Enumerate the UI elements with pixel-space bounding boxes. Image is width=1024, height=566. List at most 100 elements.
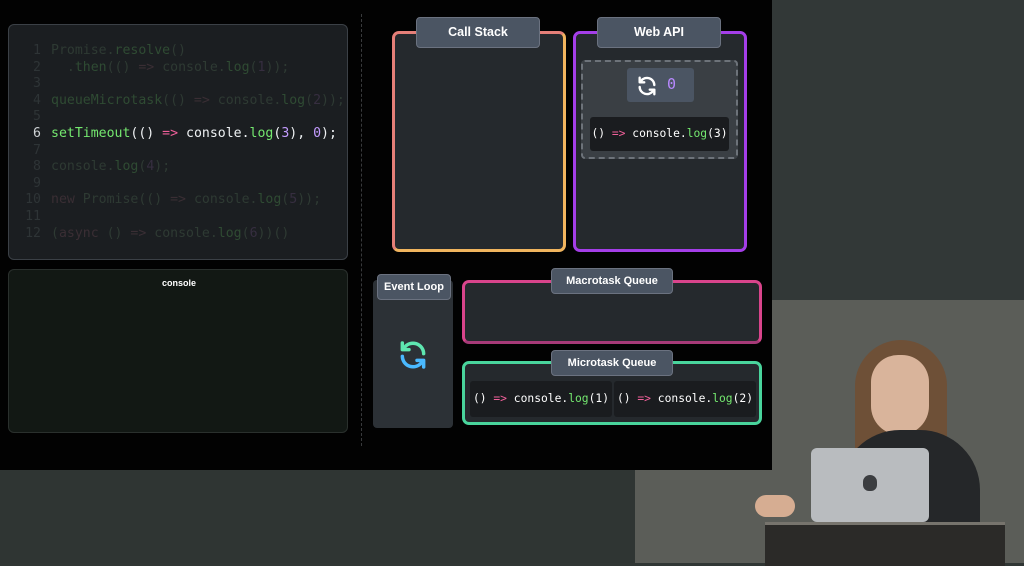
code-token: log [249, 126, 274, 141]
laptop [811, 448, 929, 522]
loop-arrows-icon [400, 341, 426, 369]
code-token: 0 [313, 126, 322, 141]
code-token: log [114, 159, 139, 175]
code-token: 2 [313, 92, 322, 108]
line-number: 9 [33, 175, 41, 191]
code-line: 3 [9, 75, 51, 92]
code-token: (() [162, 92, 194, 108]
code-token: console. [209, 92, 282, 108]
call-stack-label: Call Stack [416, 17, 540, 48]
code-token: => [138, 59, 155, 75]
podium [765, 522, 1005, 566]
code-line: 1 Promise.resolve() [9, 42, 186, 59]
code-token: console. [178, 126, 250, 141]
microtask-item: () => console.log(2) [614, 381, 756, 417]
refresh-icon [638, 76, 656, 96]
code-token: (3) [707, 127, 728, 140]
code-token: async [58, 225, 99, 241]
timer-delay-value: 0 [667, 75, 677, 93]
slide-divider [361, 14, 362, 446]
code-token: (2) [732, 392, 754, 405]
code-token: console. [186, 192, 258, 208]
timer-header: 0 [627, 68, 694, 102]
code-line: 4 queueMicrotask(() => console.log(2)); [9, 92, 345, 109]
code-editor-panel: 1 Promise.resolve() 2 .then(() => console.… [8, 24, 348, 260]
code-token: setTimeout [51, 126, 131, 141]
code-token: () [170, 43, 186, 58]
code-token: console. [650, 392, 713, 405]
code-token: ( [249, 59, 258, 75]
code-token: ); [321, 126, 337, 141]
code-token: log [568, 392, 589, 405]
call-stack-box [392, 31, 566, 252]
console-panel: console [8, 269, 348, 433]
code-token: () [591, 127, 612, 140]
code-token: console. [154, 59, 226, 75]
code-token: ( [305, 92, 314, 108]
code-token: => [162, 126, 179, 141]
code-token: ( [241, 225, 250, 241]
macrotask-queue-label: Macrotask Queue [551, 268, 673, 294]
code-token: => [493, 392, 507, 405]
code-token: => [170, 192, 186, 208]
code-token: (1) [588, 392, 610, 405]
web-api-label: Web API [597, 17, 721, 48]
line-number: 2 [33, 59, 41, 75]
code-line: 7 [9, 142, 51, 159]
code-token: new [51, 192, 75, 208]
code-token: log [217, 225, 242, 241]
code-token: => [637, 392, 651, 405]
event-loop-label: Event Loop [377, 274, 451, 300]
line-number: 12 [25, 225, 41, 241]
code-token: ( [51, 225, 59, 241]
code-token: )); [265, 59, 290, 75]
line-number: 4 [33, 92, 41, 108]
presenter-face [871, 355, 929, 435]
line-number: 10 [25, 192, 41, 208]
presenter-hand [755, 495, 795, 517]
web-api-callback: () => console.log(3) [590, 117, 729, 151]
code-token: Promise(() [74, 192, 171, 208]
console-title: console [161, 278, 196, 288]
line-number: 7 [33, 142, 41, 158]
code-token: => [611, 127, 626, 140]
code-token: (() [130, 126, 163, 141]
projected-slide: 1 Promise.resolve() 2 .then(() => console.… [0, 0, 772, 470]
code-line: 12 (async () => console.log(6))() [9, 225, 289, 242]
code-line: 9 [9, 175, 51, 192]
code-token: ); [154, 159, 171, 175]
line-number: 11 [25, 209, 41, 224]
line-number: 3 [33, 76, 41, 92]
background-wall [772, 0, 1024, 300]
code-line: 10 new Promise(() => console.log(5)); [9, 191, 321, 208]
code-token: 6 [249, 225, 258, 241]
microtask-queue-label: Microtask Queue [551, 350, 673, 376]
web-api-timer-task: 0 () => console.log(3) [581, 60, 738, 159]
code-token: resolve [114, 43, 171, 58]
code-token: queueMicrotask [51, 92, 163, 108]
code-token: then [74, 59, 107, 75]
line-number: 6 [33, 126, 41, 141]
code-token: => [130, 225, 147, 241]
microtask-item: () => console.log(1) [470, 381, 612, 417]
code-token: log [686, 127, 708, 140]
code-token: ))() [257, 225, 290, 241]
code-token: . [51, 59, 75, 75]
apple-logo-icon [863, 475, 877, 491]
code-token: )); [321, 92, 345, 108]
code-line: 11 [9, 208, 51, 225]
code-token: Promise. [51, 43, 115, 58]
code-line: 8 console.log(4); [9, 158, 170, 175]
code-token: console. [506, 392, 569, 405]
code-token: () [98, 225, 131, 241]
code-token: console. [625, 127, 687, 140]
code-token: console. [51, 159, 115, 175]
code-token: () [616, 392, 638, 405]
code-token: 5 [289, 192, 298, 208]
code-token: log [712, 392, 733, 405]
line-number: 5 [33, 109, 41, 125]
code-token: => [193, 92, 210, 108]
line-number: 1 [33, 43, 41, 58]
code-token: log [257, 192, 282, 208]
code-token: )); [297, 192, 322, 208]
